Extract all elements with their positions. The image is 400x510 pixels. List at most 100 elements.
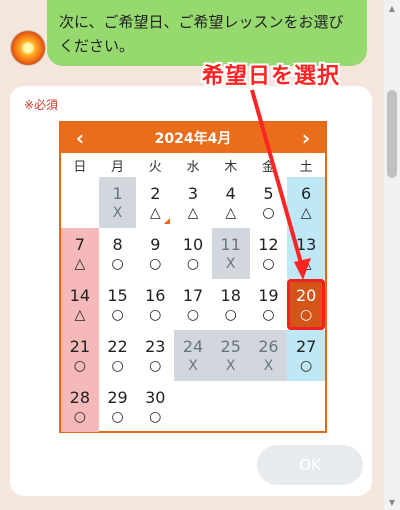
availability-mark: △ [74, 255, 86, 272]
weekday-label: 金 [261, 159, 275, 175]
day-number: 3 [187, 183, 199, 203]
day-number: 22 [107, 336, 128, 356]
scrollbar-thumb[interactable] [387, 90, 397, 178]
calendar-day-1: 1X [98, 177, 137, 228]
calendar-day-22[interactable]: 22 ○ [99, 330, 137, 381]
calendar-day-5[interactable]: 5 ○ [250, 177, 288, 228]
corner-marker-icon [164, 218, 171, 224]
weekday-label: 木 [224, 159, 238, 175]
day-number: 6 [301, 183, 312, 203]
calendar-day-16[interactable]: 16 ○ [136, 279, 174, 330]
availability-mark: △ [187, 204, 199, 221]
calendar-month-title: 2024年4月 [154, 131, 232, 147]
calendar-day-4[interactable]: 4 △ [212, 177, 250, 228]
day-number: 29 [107, 387, 128, 407]
weekday-header: 日月火水木金土 [61, 153, 325, 177]
day-number: 27 [295, 336, 317, 356]
availability-mark: ○ [186, 306, 200, 323]
day-number: 30 [145, 387, 166, 407]
calendar-day-27[interactable]: 27 ○ [287, 330, 325, 381]
weekday-label: 水 [186, 159, 200, 175]
availability-mark: X [112, 204, 123, 221]
calendar-day-empty [250, 381, 288, 432]
day-number: 17 [182, 285, 204, 305]
day-number: 21 [69, 336, 91, 356]
calendar-day-14[interactable]: 14 △ [61, 279, 99, 330]
calendar-day-18[interactable]: 18 ○ [212, 279, 250, 330]
scroll-up-icon[interactable]: ▲ [384, 0, 400, 16]
availability-mark: △ [300, 255, 312, 272]
calendar-day-8[interactable]: 8 ○ [99, 228, 137, 279]
day-number: 9 [150, 234, 161, 254]
availability-mark: ○ [149, 255, 162, 272]
calendar-day-28[interactable]: 28 ○ [61, 381, 99, 432]
day-number: 1 [112, 183, 123, 203]
calendar-day-29[interactable]: 29 ○ [99, 381, 137, 432]
day-number: 24 [182, 336, 204, 356]
calendar-day-6[interactable]: 6 △ [287, 177, 325, 228]
day-number: 4 [225, 183, 236, 203]
availability-mark: ○ [300, 357, 313, 374]
calendar-day-20[interactable]: 20 ○ [287, 279, 325, 330]
availability-mark: ○ [111, 408, 124, 425]
availability-mark: ○ [111, 255, 124, 272]
next-month-button[interactable]: › [291, 123, 321, 153]
calendar-day-21[interactable]: 21 ○ [61, 330, 99, 381]
calendar-day-11: 11 X [211, 228, 250, 279]
availability-mark: ○ [262, 255, 275, 272]
annotation-callout: 希望日を選択 [202, 64, 341, 89]
day-number: 13 [295, 234, 317, 254]
availability-mark: △ [149, 204, 161, 221]
calendar-day-9[interactable]: 9 ○ [136, 228, 174, 279]
calendar-day-24: 24 X [174, 330, 212, 381]
calendar-day-empty [61, 177, 99, 228]
calendar-day-7[interactable]: 7 △ [61, 228, 99, 279]
calendar-day-19[interactable]: 19 ○ [250, 279, 288, 330]
day-number: 16 [145, 285, 166, 305]
availability-mark: ○ [111, 306, 124, 323]
ok-button[interactable]: OK [257, 445, 363, 485]
availability-mark: ○ [149, 306, 162, 323]
day-number: 10 [182, 234, 204, 254]
weekday-label: 土 [299, 159, 313, 175]
calendar-day-23[interactable]: 23 ○ [136, 330, 174, 381]
date-picker-calendar: ‹ 2024年4月 › 日月火水木金土 1 X 2 △ 3 △ 4 △ 5 ○ 6 △ 7 △ 8 ○ 9 ○ 10… [59, 121, 327, 433]
chevron-right-icon: › [301, 126, 311, 150]
availability-mark: ○ [111, 357, 124, 374]
scrollbar[interactable]: ▲ ▼ [384, 0, 400, 510]
availability-mark: ○ [186, 255, 200, 272]
day-number: 23 [145, 336, 166, 356]
day-number: 2 [150, 183, 161, 203]
day-number: 19 [258, 285, 279, 305]
scroll-down-icon[interactable]: ▼ [384, 494, 400, 510]
calendar-day-30[interactable]: 30 ○ [136, 381, 174, 432]
day-number: 14 [69, 285, 91, 305]
day-number: 15 [107, 285, 128, 305]
day-number: 28 [69, 387, 91, 407]
availability-mark: X [188, 357, 198, 374]
calendar-day-2[interactable]: 2 △ [136, 177, 174, 228]
calendar-day-empty [174, 381, 212, 432]
availability-mark: ○ [73, 357, 86, 374]
calendar-day-12[interactable]: 12 ○ [250, 228, 288, 279]
message-bubble: 次に、ご希望日、ご希望レッスンをお選びください。 [47, 0, 367, 66]
availability-mark: ○ [262, 306, 275, 323]
prev-month-button[interactable]: ‹ [65, 123, 95, 153]
day-number: 25 [220, 336, 241, 356]
availability-mark: X [225, 255, 236, 272]
required-label: ※必須 [24, 98, 59, 112]
calendar-day-26: 26 X [249, 330, 288, 381]
day-number: 8 [112, 234, 123, 254]
availability-mark: ○ [149, 357, 162, 374]
availability-mark: ○ [149, 408, 162, 425]
message-text: 次に、ご希望日、ご希望レッスンをお選びください。 [59, 13, 344, 55]
calendar-day-25: 25 X [211, 330, 250, 381]
calendar-day-13[interactable]: 13 △ [287, 228, 325, 279]
calendar-day-10[interactable]: 10 ○ [174, 228, 212, 279]
calendar-day-17[interactable]: 17 ○ [174, 279, 212, 330]
bot-avatar [11, 31, 45, 65]
calendar-day-15[interactable]: 15 ○ [99, 279, 137, 330]
weekday-label: 月 [111, 159, 125, 175]
calendar-day-3[interactable]: 3 △ [174, 177, 212, 228]
availability-mark: △ [74, 306, 86, 323]
